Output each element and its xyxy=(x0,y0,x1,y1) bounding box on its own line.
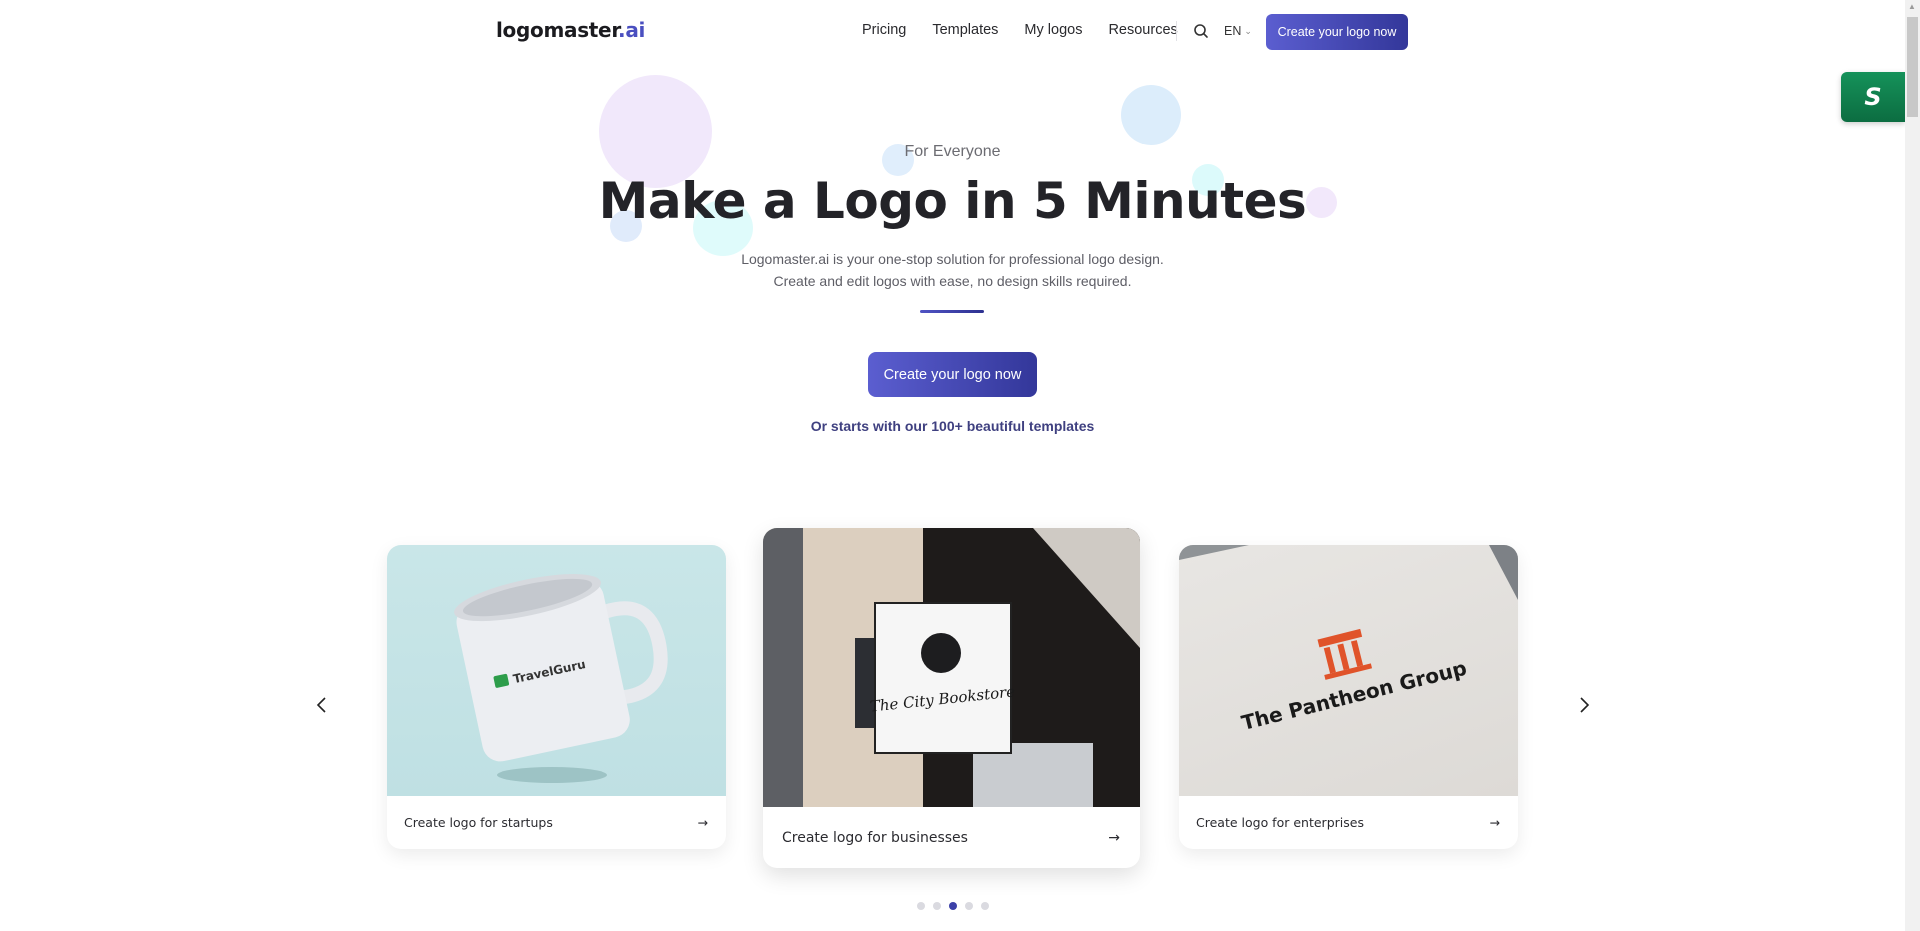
card-footer: Create logo for businesses → xyxy=(763,807,1140,868)
paper-mockup-image: The Pantheon Group xyxy=(1179,545,1518,796)
nav-item-resources[interactable]: Resources xyxy=(1108,22,1177,38)
chevron-right-icon[interactable] xyxy=(1571,692,1597,718)
arrow-right-icon: → xyxy=(1489,815,1500,830)
card-label: Create logo for enterprises xyxy=(1196,815,1364,830)
pagination-dot[interactable] xyxy=(949,902,957,910)
search-icon[interactable] xyxy=(1193,23,1209,39)
hero-divider xyxy=(920,310,984,313)
brand-logo[interactable]: logomaster.ai xyxy=(496,18,645,42)
chevron-left-icon[interactable] xyxy=(309,692,335,718)
logo-suffix-text: .ai xyxy=(618,18,646,42)
header-create-logo-button[interactable]: Create your logo now xyxy=(1266,14,1408,50)
main-nav: Pricing Templates My logos Resources xyxy=(862,22,1178,38)
mug-mockup-image: TravelGuru xyxy=(387,545,726,796)
arrow-right-icon: → xyxy=(1108,829,1120,846)
card-label: Create logo for startups xyxy=(404,815,553,830)
nav-item-pricing[interactable]: Pricing xyxy=(862,22,906,38)
hero-description: Logomaster.ai is your one-stop solution … xyxy=(741,251,1164,289)
nav-divider xyxy=(1176,21,1177,41)
pagination-dot[interactable] xyxy=(981,902,989,910)
decorative-bubble xyxy=(1121,85,1181,145)
card-label: Create logo for businesses xyxy=(782,829,968,846)
nav-item-templates[interactable]: Templates xyxy=(932,22,998,38)
scroll-up-icon[interactable]: ▲ xyxy=(1908,2,1916,11)
storefront-mockup-image: The City Bookstore xyxy=(763,528,1140,807)
templates-link[interactable]: Or starts with our 100+ beautiful templa… xyxy=(0,418,1905,434)
card-footer: Create logo for startups → xyxy=(387,796,726,849)
hero-create-logo-button[interactable]: Create your logo now xyxy=(868,352,1037,397)
hero-eyebrow: For Everyone xyxy=(904,143,1001,160)
hero-title: Make a Logo in 5 Minutes xyxy=(598,172,1307,230)
chevron-down-icon: ⌄ xyxy=(1244,25,1252,36)
carousel-card-businesses[interactable]: The City Bookstore Create logo for busin… xyxy=(763,528,1140,868)
card-footer: Create logo for enterprises → xyxy=(1179,796,1518,849)
nav-item-my-logos[interactable]: My logos xyxy=(1024,22,1082,38)
logo-main-text: logomaster xyxy=(496,18,619,42)
language-selector[interactable]: EN ⌄ xyxy=(1224,24,1252,38)
arrow-right-icon: → xyxy=(697,815,708,830)
pagination-dot[interactable] xyxy=(965,902,973,910)
page-scrollbar[interactable]: ▲ xyxy=(1905,0,1920,931)
floating-s-badge[interactable]: S xyxy=(1841,72,1905,122)
carousel-pagination xyxy=(917,902,989,910)
carousel-card-startups[interactable]: TravelGuru Create logo for startups → xyxy=(387,545,726,849)
scrollbar-thumb[interactable] xyxy=(1907,17,1918,117)
pagination-dot[interactable] xyxy=(933,902,941,910)
site-header: logomaster.ai Pricing Templates My logos… xyxy=(0,0,1905,62)
pagination-dot[interactable] xyxy=(917,902,925,910)
language-label: EN xyxy=(1224,24,1242,38)
carousel-card-enterprises[interactable]: The Pantheon Group Create logo for enter… xyxy=(1179,545,1518,849)
